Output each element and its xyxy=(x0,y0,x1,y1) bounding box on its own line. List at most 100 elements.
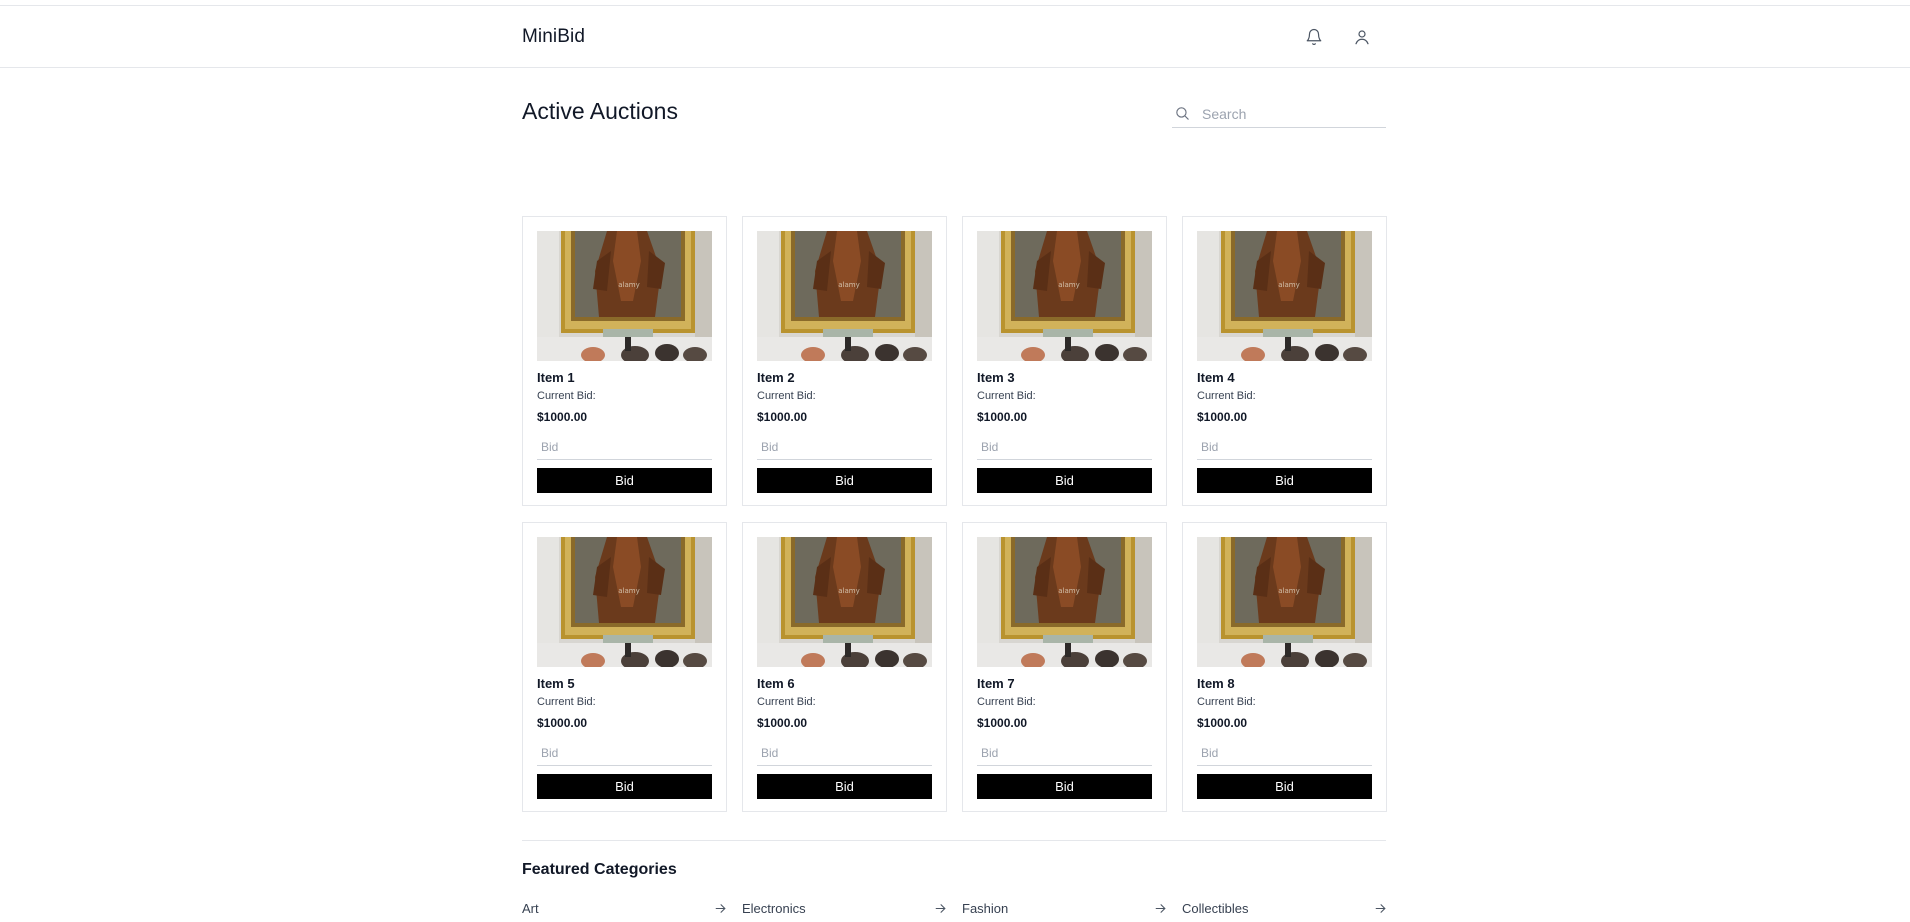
painting-photo: alamy xyxy=(537,537,712,667)
svg-text:alamy: alamy xyxy=(618,587,640,595)
auction-card: alamy Item 3 Current Bid: $1000.00 Bid xyxy=(962,216,1167,506)
category-label: Fashion xyxy=(962,900,1009,916)
item-name: Item 2 xyxy=(757,370,795,385)
painting-photo: alamy xyxy=(537,231,712,361)
auction-card: alamy Item 5 Current Bid: $1000.00 Bid xyxy=(522,522,727,812)
auction-card: alamy Item 2 Current Bid: $1000.00 Bid xyxy=(742,216,947,506)
bid-button[interactable]: Bid xyxy=(977,774,1152,799)
current-bid-label: Current Bid: xyxy=(537,696,596,708)
page-title: Active Auctions xyxy=(522,98,678,124)
category-link-electronics[interactable]: Electronics xyxy=(742,899,947,917)
page-head: Active Auctions xyxy=(522,68,1386,158)
category-link-collectibles[interactable]: Collectibles xyxy=(1182,899,1387,917)
main-content: Active Auctions Search alamy Item 1 Curr… xyxy=(522,68,1387,917)
item-image[interactable]: alamy xyxy=(537,537,712,667)
painting-photo: alamy xyxy=(757,537,932,667)
svg-text:alamy: alamy xyxy=(1278,281,1300,289)
current-bid-value: $1000.00 xyxy=(1197,716,1248,730)
svg-text:alamy: alamy xyxy=(838,587,860,595)
header-inner: MiniBid xyxy=(522,6,1386,67)
item-image[interactable]: alamy xyxy=(1197,231,1372,361)
auction-card: alamy Item 1 Current Bid: $1000.00 Bid xyxy=(522,216,727,506)
bid-button[interactable]: Bid xyxy=(1197,468,1372,493)
bid-input[interactable] xyxy=(757,435,932,460)
current-bid-value: $1000.00 xyxy=(537,410,588,424)
auction-card: alamy Item 6 Current Bid: $1000.00 Bid xyxy=(742,522,947,812)
item-name: Item 8 xyxy=(1197,676,1235,691)
current-bid-value: $1000.00 xyxy=(537,716,588,730)
painting-photo: alamy xyxy=(977,537,1152,667)
svg-text:alamy: alamy xyxy=(1058,281,1080,289)
current-bid-label: Current Bid: xyxy=(757,696,816,708)
item-image[interactable]: alamy xyxy=(977,537,1152,667)
current-bid-value: $1000.00 xyxy=(757,716,808,730)
svg-text:alamy: alamy xyxy=(618,281,640,289)
current-bid-value: $1000.00 xyxy=(977,716,1028,730)
current-bid-label: Current Bid: xyxy=(977,696,1036,708)
bell-icon[interactable] xyxy=(1302,25,1326,49)
category-label: Electronics xyxy=(742,900,806,916)
bid-input[interactable] xyxy=(977,741,1152,766)
category-link-art[interactable]: Art xyxy=(522,899,727,917)
auction-card: alamy Item 4 Current Bid: $1000.00 Bid xyxy=(1182,216,1387,506)
category-link-fashion[interactable]: Fashion xyxy=(962,899,1167,917)
section-divider xyxy=(522,840,1386,841)
item-name: Item 7 xyxy=(977,676,1015,691)
item-name: Item 5 xyxy=(537,676,575,691)
bid-input[interactable] xyxy=(977,435,1152,460)
auction-card: alamy Item 7 Current Bid: $1000.00 Bid xyxy=(962,522,1167,812)
current-bid-value: $1000.00 xyxy=(757,410,808,424)
current-bid-label: Current Bid: xyxy=(1197,390,1256,402)
item-image[interactable]: alamy xyxy=(757,231,932,361)
current-bid-label: Current Bid: xyxy=(977,390,1036,402)
bid-button[interactable]: Bid xyxy=(757,468,932,493)
bid-button[interactable]: Bid xyxy=(757,774,932,799)
current-bid-value: $1000.00 xyxy=(1197,410,1248,424)
current-bid-label: Current Bid: xyxy=(537,390,596,402)
auction-grid: alamy Item 1 Current Bid: $1000.00 Bid B… xyxy=(522,216,1387,812)
app-header: MiniBid xyxy=(0,6,1910,68)
brand-logo[interactable]: MiniBid xyxy=(522,26,585,48)
bid-input[interactable] xyxy=(537,741,712,766)
item-image[interactable]: alamy xyxy=(1197,537,1372,667)
item-name: Item 3 xyxy=(977,370,1015,385)
svg-text:alamy: alamy xyxy=(1058,587,1080,595)
bid-button[interactable]: Bid xyxy=(1197,774,1372,799)
header-actions xyxy=(1302,25,1374,49)
arrow-right-icon xyxy=(935,903,946,913)
painting-photo: alamy xyxy=(757,231,932,361)
current-bid-label: Current Bid: xyxy=(1197,696,1256,708)
item-image[interactable]: alamy xyxy=(537,231,712,361)
bid-button[interactable]: Bid xyxy=(537,468,712,493)
svg-text:alamy: alamy xyxy=(1278,587,1300,595)
category-label: Collectibles xyxy=(1182,900,1249,916)
arrow-right-icon xyxy=(715,903,726,913)
featured-categories-list: Art Electronics Fashion Collectibles xyxy=(522,899,1386,917)
search-input[interactable] xyxy=(1202,105,1372,122)
current-bid-label: Current Bid: xyxy=(757,390,816,402)
auction-card: alamy Item 8 Current Bid: $1000.00 Bid xyxy=(1182,522,1387,812)
painting-photo: alamy xyxy=(977,231,1152,361)
bid-button[interactable]: Bid xyxy=(537,774,712,799)
painting-photo: alamy xyxy=(1197,537,1372,667)
user-icon[interactable] xyxy=(1350,25,1374,49)
bid-input[interactable] xyxy=(757,741,932,766)
item-name: Item 1 xyxy=(537,370,575,385)
category-label: Art xyxy=(522,900,539,916)
svg-text:alamy: alamy xyxy=(838,281,860,289)
bid-input[interactable] xyxy=(1197,435,1372,460)
arrow-right-icon xyxy=(1375,903,1386,913)
item-image[interactable]: alamy xyxy=(977,231,1152,361)
search-bar[interactable] xyxy=(1172,100,1386,128)
bid-button[interactable]: Bid xyxy=(977,468,1152,493)
item-image[interactable]: alamy xyxy=(757,537,932,667)
current-bid-value: $1000.00 xyxy=(977,410,1028,424)
item-name: Item 6 xyxy=(757,676,795,691)
painting-photo: alamy xyxy=(1197,231,1372,361)
arrow-right-icon xyxy=(1155,903,1166,913)
bid-input[interactable] xyxy=(1197,741,1372,766)
item-name: Item 4 xyxy=(1197,370,1235,385)
bid-input[interactable] xyxy=(537,435,712,460)
search-icon xyxy=(1174,105,1192,123)
featured-categories-title: Featured Categories xyxy=(522,861,677,878)
